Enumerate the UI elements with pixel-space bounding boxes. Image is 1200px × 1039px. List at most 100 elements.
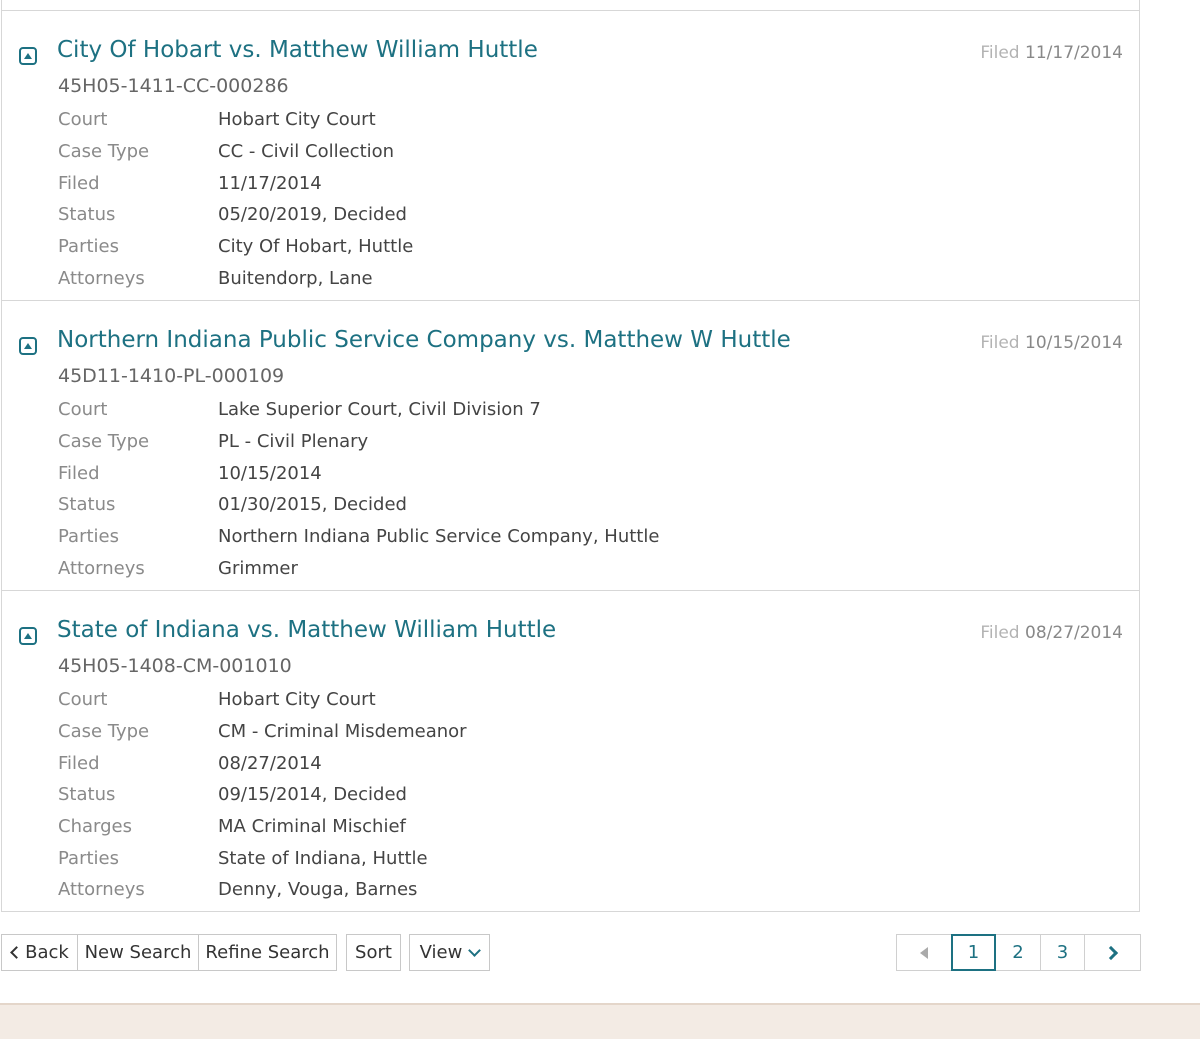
detail-label: Status — [58, 494, 116, 516]
case-detail-row: Status 09/15/2014, Decided — [58, 779, 467, 811]
caret-up-icon — [24, 342, 32, 349]
detail-value: 05/20/2019, Decided — [218, 204, 407, 226]
detail-value: 08/27/2014 — [218, 752, 322, 774]
view-dropdown[interactable]: View — [409, 934, 490, 971]
detail-value: State of Indiana, Huttle — [218, 847, 428, 869]
filed-value: 11/17/2014 — [1025, 43, 1123, 63]
detail-value: Denny, Vouga, Barnes — [218, 879, 418, 901]
refine-search-label: Refine Search — [205, 942, 330, 963]
new-search-label: New Search — [84, 942, 192, 963]
detail-label: Case Type — [58, 431, 150, 453]
collapse-toggle-icon[interactable] — [19, 337, 37, 355]
detail-label: Filed — [58, 752, 100, 774]
detail-value: 11/17/2014 — [218, 172, 322, 194]
case-title-link[interactable]: State of Indiana vs. Matthew William Hut… — [57, 617, 556, 643]
detail-value: CM - Criminal Misdemeanor — [218, 721, 467, 743]
back-button[interactable]: Back — [1, 934, 78, 971]
case-detail-row: Court Hobart City Court — [58, 684, 467, 716]
case-detail-row: Attorneys Grimmer — [58, 552, 659, 584]
case-title-link[interactable]: City Of Hobart vs. Matthew William Huttl… — [57, 37, 538, 63]
case-filed-date: Filed 10/15/2014 — [980, 333, 1123, 353]
detail-label: Attorneys — [58, 557, 145, 579]
detail-label: Charges — [58, 816, 132, 838]
case-detail-row: Court Lake Superior Court, Civil Division… — [58, 394, 659, 426]
detail-label: Attorneys — [58, 267, 145, 289]
case-number: 45H05-1411-CC-000286 — [58, 75, 289, 97]
case-detail-row: Attorneys Buitendorp, Lane — [58, 262, 413, 294]
detail-value: City Of Hobart, Huttle — [218, 236, 414, 258]
case-results-list: City Of Hobart vs. Matthew William Huttl… — [1, 0, 1140, 912]
case-number: 45D11-1410-PL-000109 — [58, 365, 285, 387]
filed-value: 08/27/2014 — [1025, 623, 1123, 643]
caret-up-icon — [24, 632, 32, 639]
case-detail-row: Parties Northern Indiana Public Service C… — [58, 521, 659, 553]
back-button-label: Back — [25, 942, 69, 963]
pagination-prev-button[interactable] — [896, 934, 952, 971]
view-label: View — [419, 942, 463, 963]
chevron-down-icon — [468, 944, 482, 957]
detail-value: Northern Indiana Public Service Company,… — [218, 526, 660, 548]
filed-label: Filed — [980, 43, 1020, 63]
detail-label: Attorneys — [58, 879, 145, 901]
case-details: Court Hobart City Court Case Type CM - Crim… — [58, 684, 467, 906]
results-toolbar: Back New Search Refine Search Sort View … — [0, 934, 1200, 972]
chevron-left-icon — [10, 946, 24, 959]
caret-up-icon — [24, 52, 32, 59]
filed-value: 10/15/2014 — [1025, 333, 1123, 353]
detail-label: Case Type — [58, 721, 150, 743]
sort-label: Sort — [355, 942, 392, 963]
detail-label: Parties — [58, 847, 119, 869]
detail-value: Buitendorp, Lane — [218, 267, 373, 289]
filed-label: Filed — [980, 333, 1020, 353]
case-detail-row: Filed 11/17/2014 — [58, 167, 413, 199]
detail-value: Hobart City Court — [218, 689, 376, 711]
detail-value: MA Criminal Mischief — [218, 816, 406, 838]
case-detail-row: Filed 10/15/2014 — [58, 457, 659, 489]
page-number: 1 — [967, 942, 980, 963]
detail-label: Court — [58, 109, 108, 131]
new-search-button[interactable]: New Search — [77, 934, 199, 971]
case-details: Court Hobart City Court Case Type CC - Civi… — [58, 104, 413, 294]
case-card: State of Indiana vs. Matthew William Hut… — [2, 590, 1139, 911]
case-detail-row: Parties City Of Hobart, Huttle — [58, 231, 413, 263]
case-detail-row: Case Type CC - Civil Collection — [58, 136, 413, 168]
case-detail-row: Case Type CM - Criminal Misdemeanor — [58, 716, 467, 748]
refine-search-button[interactable]: Refine Search — [198, 934, 337, 971]
detail-value: CC - Civil Collection — [218, 141, 395, 163]
detail-label: Case Type — [58, 141, 150, 163]
page-1-button[interactable]: 1 — [951, 934, 996, 971]
case-detail-row: Attorneys Denny, Vouga, Barnes — [58, 874, 467, 906]
detail-label: Court — [58, 689, 108, 711]
page-footer — [0, 1003, 1200, 1039]
case-card: City Of Hobart vs. Matthew William Huttl… — [2, 10, 1139, 300]
case-detail-row: Court Hobart City Court — [58, 104, 413, 136]
collapse-toggle-icon[interactable] — [19, 47, 37, 65]
detail-value: 01/30/2015, Decided — [218, 494, 407, 516]
detail-label: Status — [58, 784, 116, 806]
detail-value: 09/15/2014, Decided — [218, 784, 407, 806]
detail-value: 10/15/2014 — [218, 462, 322, 484]
case-card: Northern Indiana Public Service Company … — [2, 300, 1139, 590]
page-number: 3 — [1056, 942, 1069, 963]
page-3-button[interactable]: 3 — [1040, 934, 1085, 971]
filed-label: Filed — [980, 623, 1020, 643]
detail-value: Grimmer — [218, 557, 298, 579]
case-details: Court Lake Superior Court, Civil Division… — [58, 394, 659, 584]
case-detail-row: Parties State of Indiana, Huttle — [58, 842, 467, 874]
case-detail-row: Filed 08/27/2014 — [58, 747, 467, 779]
page-2-button[interactable]: 2 — [995, 934, 1041, 971]
detail-label: Filed — [58, 462, 100, 484]
pagination-next-button[interactable] — [1084, 934, 1141, 971]
sort-button[interactable]: Sort — [346, 934, 401, 971]
collapse-toggle-icon[interactable] — [19, 627, 37, 645]
detail-value: Hobart City Court — [218, 109, 376, 131]
detail-label: Filed — [58, 172, 100, 194]
case-title-link[interactable]: Northern Indiana Public Service Company … — [57, 327, 791, 353]
previous-case-card-edge — [2, 0, 1139, 10]
page-number: 2 — [1012, 942, 1024, 963]
detail-value: Lake Superior Court, Civil Division 7 — [218, 399, 541, 421]
caret-left-icon — [920, 946, 928, 959]
case-detail-row: Case Type PL - Civil Plenary — [58, 426, 659, 458]
case-number: 45H05-1408-CM-001010 — [58, 655, 292, 677]
case-detail-row: Charges MA Criminal Mischief — [58, 811, 467, 843]
